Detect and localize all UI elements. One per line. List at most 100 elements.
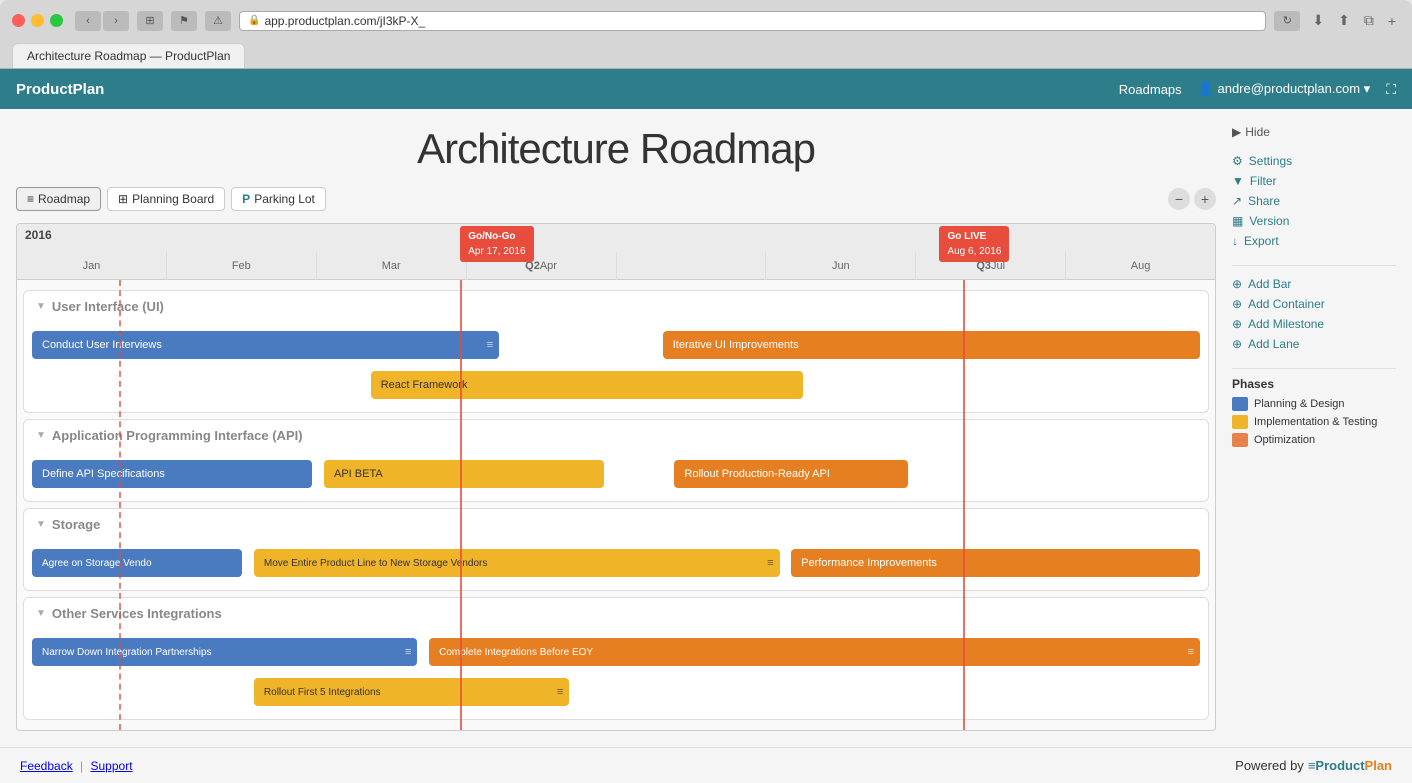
sidebar-settings[interactable]: ⚙ Settings xyxy=(1232,151,1396,171)
warning-button[interactable]: ⚠ xyxy=(205,11,231,31)
dashed-line xyxy=(119,280,121,730)
lock-icon: 🔒 xyxy=(248,15,260,26)
zoom-in-button[interactable]: + xyxy=(1194,188,1216,210)
support-link[interactable]: Support xyxy=(91,759,133,773)
app-footer: Feedback | Support Powered by ≡ ProductP… xyxy=(0,747,1412,783)
upload-button[interactable]: ⬆ xyxy=(1334,10,1354,31)
bar-menu-icon5[interactable]: ≡ xyxy=(557,686,563,698)
maximize-button[interactable] xyxy=(50,14,63,27)
browser-chrome: ‹ › ⊞ ⚑ ⚠ 🔒 app.productplan.com/jI3kP-X_… xyxy=(0,0,1412,69)
bar-performance[interactable]: Performance Improvements xyxy=(791,549,1200,577)
main-content: Architecture Roadmap ≡ Roadmap ⊞ Plannin… xyxy=(0,109,1412,747)
lane-integrations-title: Other Services Integrations xyxy=(52,606,222,621)
bar-react-framework[interactable]: React Framework xyxy=(371,371,803,399)
lane-ui-row1: Conduct User Interviews ≡ Iterative UI I… xyxy=(32,328,1200,362)
milestone-golive-header: Go LIVE Aug 6, 2016 xyxy=(939,226,1009,262)
bar-conduct-user-interviews[interactable]: Conduct User Interviews ≡ xyxy=(32,331,499,359)
bar-iterative-ui[interactable]: Iterative UI Improvements xyxy=(663,331,1200,359)
chevron-right-icon: ▶ xyxy=(1232,125,1241,139)
close-button[interactable] xyxy=(12,14,25,27)
roadmap-title: Architecture Roadmap xyxy=(16,125,1216,173)
action-buttons: ⬇ ⬆ ⧉ + xyxy=(1308,10,1400,31)
sidebar-share[interactable]: ↗ Share xyxy=(1232,191,1396,211)
bar-menu-icon2[interactable]: ≡ xyxy=(767,557,773,569)
sidebar-export[interactable]: ↓ Export xyxy=(1232,231,1396,251)
bar-menu-icon[interactable]: ≡ xyxy=(487,339,493,351)
phase-planning: Planning & Design xyxy=(1232,397,1396,411)
bar-complete-integrations[interactable]: Complete Integrations Before EOY ≡ xyxy=(429,638,1200,666)
back-button[interactable]: ‹ xyxy=(75,11,101,31)
bar-rollout-integrations[interactable]: Rollout First 5 Integrations ≡ xyxy=(254,678,569,706)
app-window: ProductPlan Roadmaps 👤 andre@productplan… xyxy=(0,69,1412,783)
phase-planning-label: Planning & Design xyxy=(1254,398,1345,410)
bar-move-product-line[interactable]: Move Entire Product Line to New Storage … xyxy=(254,549,780,577)
add-bar-button[interactable]: ⊕ Add Bar xyxy=(1232,274,1396,294)
window-button[interactable]: ⧉ xyxy=(1360,10,1378,31)
bar-define-api[interactable]: Define API Specifications xyxy=(32,460,312,488)
bar-rollout-api[interactable]: Rollout Production-Ready API xyxy=(674,460,908,488)
bar-menu-icon4[interactable]: ≡ xyxy=(1188,646,1194,658)
minimize-button[interactable] xyxy=(31,14,44,27)
timeline-header: 2016 Jan Feb Mar Q2Apr Jun Q3Jul Aug xyxy=(17,224,1215,280)
tab-roadmap[interactable]: ≡ Roadmap xyxy=(16,187,101,211)
lane-integrations-header[interactable]: ▼ Other Services Integrations xyxy=(24,598,1208,629)
milestone-golive-line xyxy=(963,280,965,730)
url-text: app.productplan.com/jI3kP-X_ xyxy=(264,14,425,28)
filter-icon: ▼ xyxy=(1232,174,1244,188)
lane-ui-title: User Interface (UI) xyxy=(52,299,164,314)
add-lane-button[interactable]: ⊕ Add Lane xyxy=(1232,334,1396,354)
add-container-button[interactable]: ⊕ Add Container xyxy=(1232,294,1396,314)
active-tab[interactable]: Architecture Roadmap — ProductPlan xyxy=(12,43,245,68)
lane-api: ▼ Application Programming Interface (API… xyxy=(23,419,1209,502)
footer-brand2: Plan xyxy=(1365,758,1392,773)
address-bar[interactable]: 🔒 app.productplan.com/jI3kP-X_ xyxy=(239,11,1266,31)
fullscreen-button[interactable]: ⛶ xyxy=(1386,81,1396,98)
user-menu[interactable]: 👤 andre@productplan.com ▾ xyxy=(1198,81,1371,97)
phase-implementation-label: Implementation & Testing xyxy=(1254,416,1377,428)
planning-tab-label: Planning Board xyxy=(132,192,214,206)
new-tab-button[interactable]: + xyxy=(1384,10,1400,31)
add-milestone-button[interactable]: ⊕ Add Milestone xyxy=(1232,314,1396,334)
col-aug: Aug xyxy=(1065,252,1215,280)
reader-button[interactable]: ⊞ xyxy=(137,11,163,31)
roadmap-tab-label: Roadmap xyxy=(38,192,90,206)
lane-storage: ▼ Storage Agree on Storage Vendo xyxy=(23,508,1209,591)
download-button[interactable]: ⬇ xyxy=(1308,10,1328,31)
brand-logo: ProductPlan xyxy=(16,81,104,98)
lane-storage-header[interactable]: ▼ Storage xyxy=(24,509,1208,540)
milestone-gonogo-header: Go/No-Go Apr 17, 2016 xyxy=(460,226,533,262)
lane-ui-body: Conduct User Interviews ≡ Iterative UI I… xyxy=(24,322,1208,412)
share-browser-button[interactable]: ⚑ xyxy=(171,11,197,31)
collapse-integrations-icon: ▼ xyxy=(36,608,46,619)
zoom-out-button[interactable]: − xyxy=(1168,188,1190,210)
milestone-gonogo-flag: Go/No-Go Apr 17, 2016 xyxy=(460,226,533,262)
forward-button[interactable]: › xyxy=(103,11,129,31)
sidebar-add-items: ⊕ Add Bar ⊕ Add Container ⊕ Add Mileston… xyxy=(1232,274,1396,354)
bar-menu-icon3[interactable]: ≡ xyxy=(405,646,411,658)
lane-integrations-row2: Rollout First 5 Integrations ≡ xyxy=(32,675,1200,709)
tab-parking-lot[interactable]: P Parking Lot xyxy=(231,187,326,211)
tab-planning-board[interactable]: ⊞ Planning Board xyxy=(107,187,225,211)
bar-narrow-down[interactable]: Narrow Down Integration Partnerships ≡ xyxy=(32,638,417,666)
planning-swatch xyxy=(1232,397,1248,411)
lane-integrations-row1: Narrow Down Integration Partnerships ≡ C… xyxy=(32,635,1200,669)
milestone-gonogo-line xyxy=(460,280,462,730)
phases-section: Phases Planning & Design Implementation … xyxy=(1232,377,1396,447)
lane-api-header[interactable]: ▼ Application Programming Interface (API… xyxy=(24,420,1208,451)
lane-ui: ▼ User Interface (UI) Conduct User Inter… xyxy=(23,290,1209,413)
footer-links: Feedback | Support xyxy=(20,759,133,773)
bar-agree-storage[interactable]: Agree on Storage Vendo xyxy=(32,549,242,577)
feedback-link[interactable]: Feedback xyxy=(20,759,73,773)
share-icon: ↗ xyxy=(1232,194,1242,208)
refresh-button[interactable]: ↻ xyxy=(1274,11,1300,31)
hide-button[interactable]: ▶ Hide xyxy=(1232,125,1396,139)
sidebar-version[interactable]: ▦ Version xyxy=(1232,211,1396,231)
bar-api-beta[interactable]: API BETA xyxy=(324,460,604,488)
lane-ui-header[interactable]: ▼ User Interface (UI) xyxy=(24,291,1208,322)
footer-separator: | xyxy=(80,759,86,773)
year-label: 2016 xyxy=(25,228,52,242)
collapse-ui-icon: ▼ xyxy=(36,301,46,312)
roadmaps-link[interactable]: Roadmaps xyxy=(1119,82,1182,97)
sidebar-filter[interactable]: ▼ Filter xyxy=(1232,171,1396,191)
phases-title: Phases xyxy=(1232,377,1396,391)
